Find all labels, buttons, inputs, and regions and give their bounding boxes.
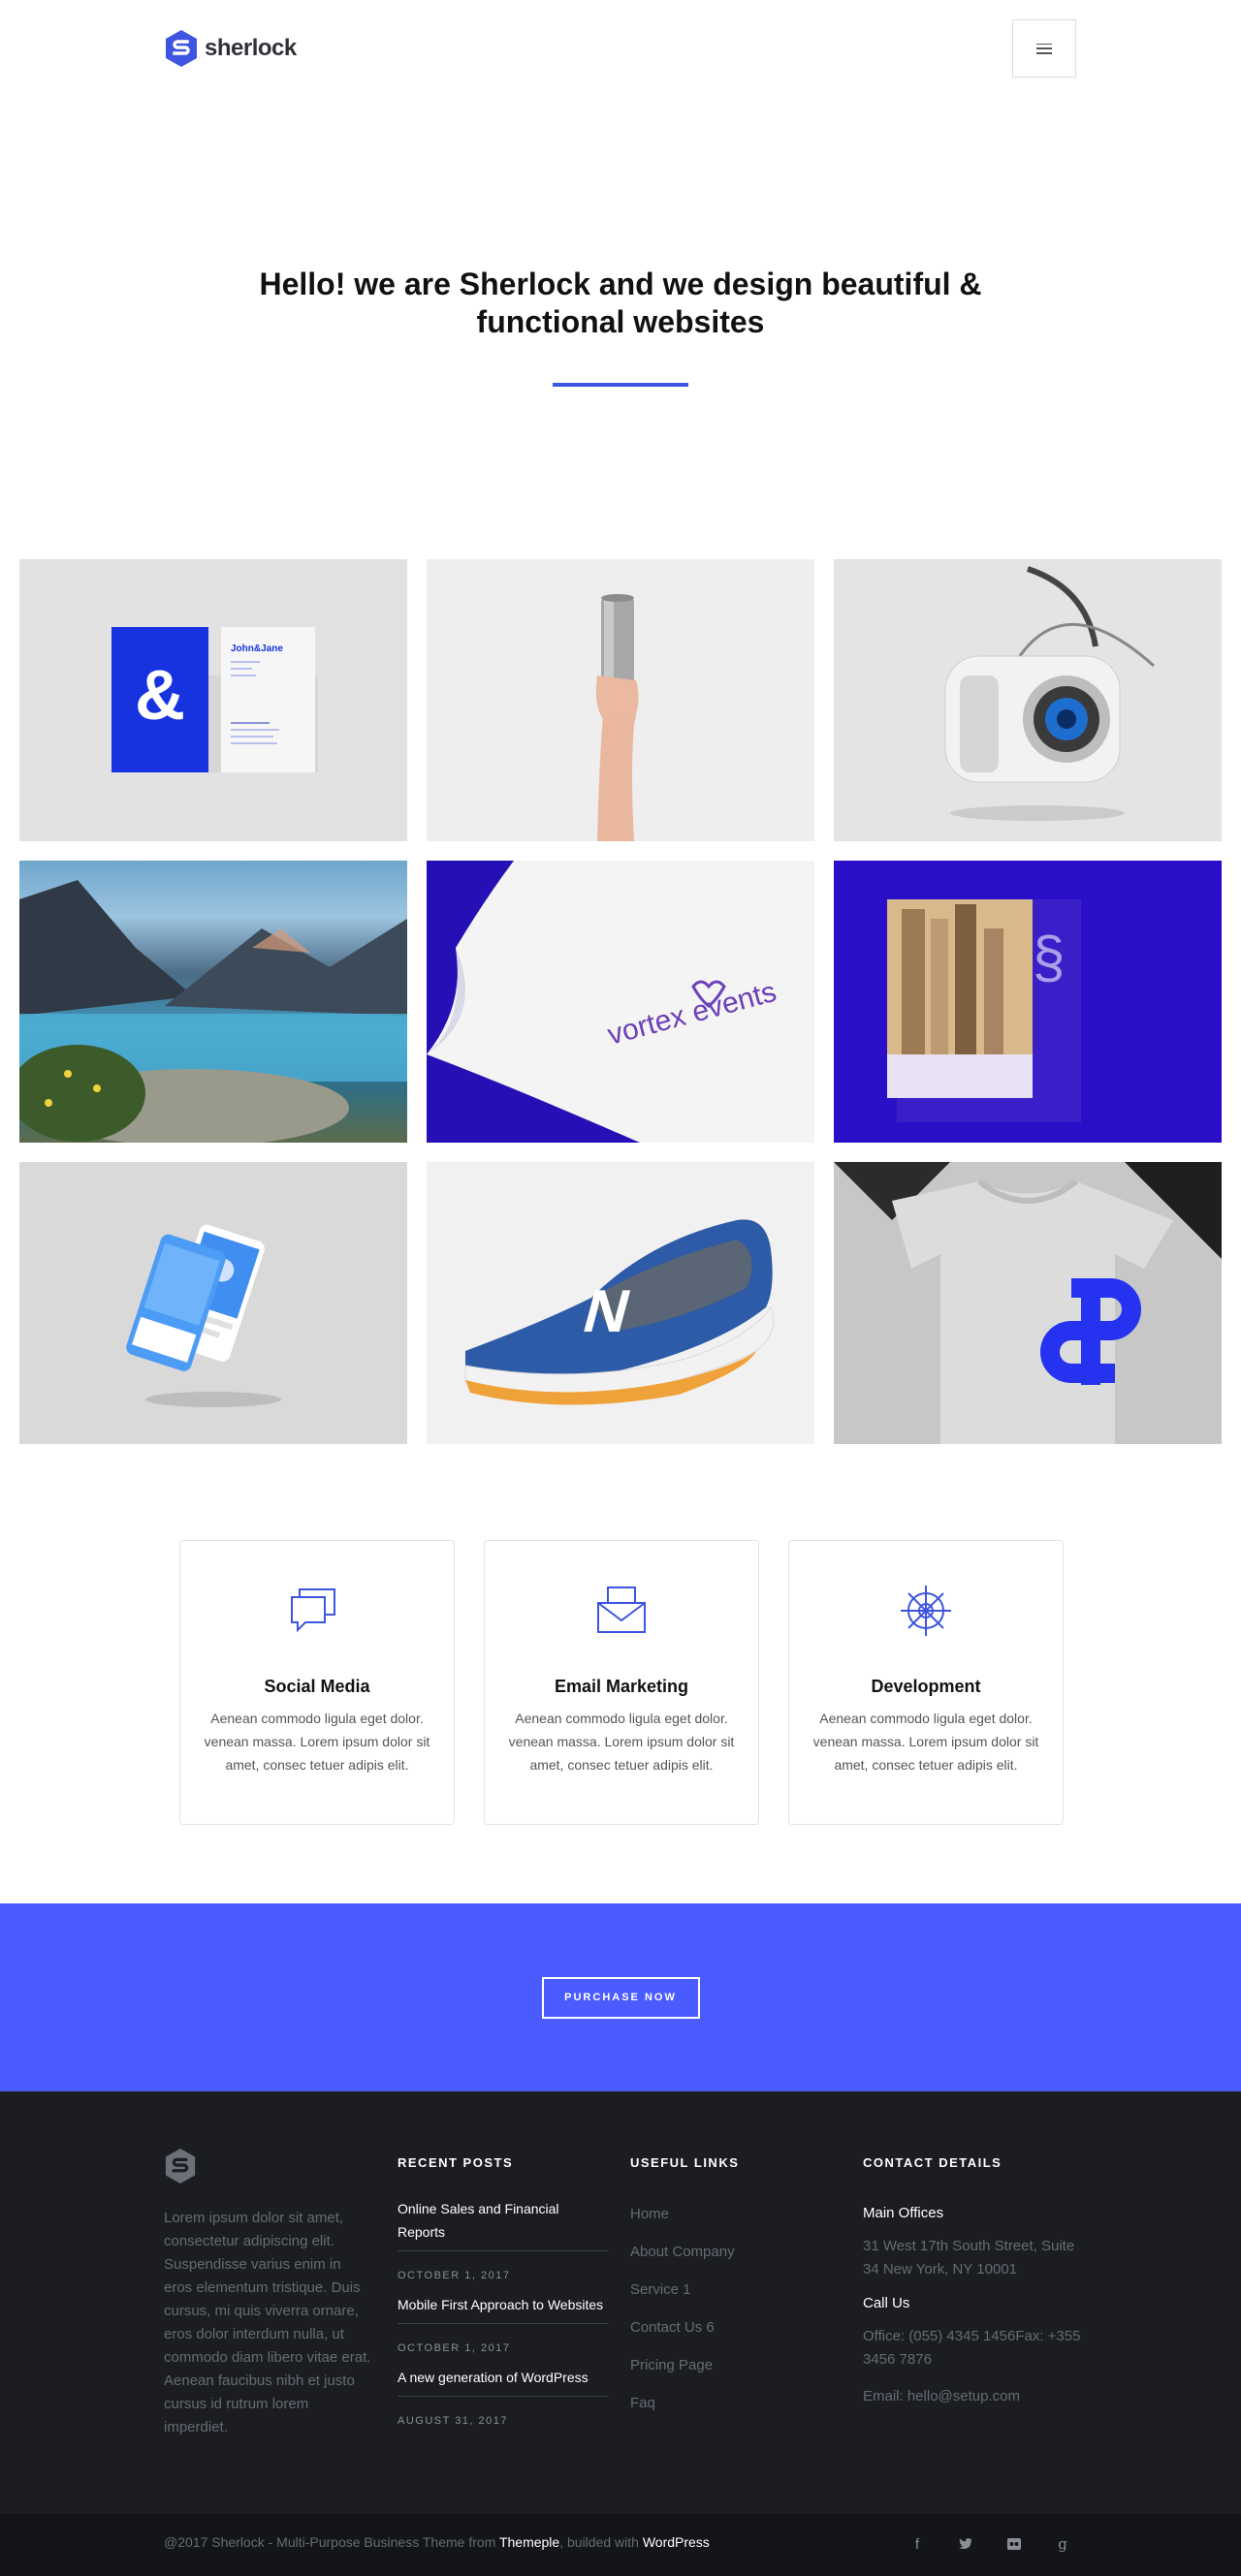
- footer-link-about-company[interactable]: About Company: [630, 2243, 739, 2262]
- service-title: Development: [871, 1677, 981, 1696]
- footer-about: Lorem ipsum dolor sit amet, consectetur …: [164, 2091, 372, 2439]
- city-book-image: §: [887, 899, 1081, 1122]
- recent-post: Mobile First Approach to Websites: [398, 2293, 609, 2324]
- google-plus-icon[interactable]: g: [1038, 2533, 1087, 2555]
- footer-link-faq[interactable]: Faq: [630, 2394, 739, 2413]
- service-card-email-marketing: Email Marketing Aenean commodo ligula eg…: [484, 1540, 759, 1825]
- recent-post: Online Sales and Financial Reports: [398, 2197, 609, 2251]
- contact-email[interactable]: Email: hello@setup.com: [863, 2385, 1081, 2408]
- brand-logo[interactable]: sherlock: [164, 29, 297, 68]
- footer-link-home[interactable]: Home: [630, 2205, 739, 2224]
- flickr-icon[interactable]: [990, 2533, 1038, 2555]
- mountain-lake-image: [19, 880, 407, 1143]
- hero-title: Hello! we are Sherlock and we design bea…: [259, 267, 982, 339]
- service-description: Aenean commodo ligula eget dolor. venean…: [812, 1711, 1039, 1773]
- brand-name: sherlock: [205, 35, 297, 61]
- footer-link-service-1[interactable]: Service 1: [630, 2280, 739, 2300]
- tshirt-image: [834, 1162, 1222, 1444]
- site-header: sherlock: [0, 0, 1241, 97]
- facebook-icon[interactable]: f: [893, 2533, 941, 2555]
- svg-text:&: &: [135, 657, 185, 735]
- office-address: 31 West 17th South Street, Suite 34 New …: [863, 2238, 1075, 2278]
- recent-post-date: OCTOBER 1, 2017: [398, 2342, 511, 2354]
- recent-posts-heading: RECENT POSTS: [398, 2155, 514, 2170]
- recent-post-title[interactable]: Online Sales and Financial Reports: [398, 2197, 609, 2244]
- useful-links-heading: USEFUL LINKS: [630, 2155, 740, 2170]
- social-links: f g: [893, 2533, 1087, 2555]
- portfolio-item-camera[interactable]: [834, 559, 1222, 841]
- service-card-social-media: Social Media Aenean commodo ligula eget …: [179, 1540, 455, 1825]
- themeple-link[interactable]: Themeple: [499, 2534, 559, 2550]
- camera-image: [944, 566, 1156, 821]
- hamburger-icon: [1036, 43, 1052, 54]
- footer-contact-details: CONTACT DETAILS Main Offices 31 West 17t…: [863, 2091, 1081, 2408]
- portfolio-item-sneaker[interactable]: N: [427, 1162, 814, 1444]
- recent-post-date: AUGUST 31, 2017: [398, 2415, 509, 2427]
- copyright-middle: , builded with: [559, 2534, 643, 2550]
- service-title: Email Marketing: [554, 1677, 689, 1696]
- sherlock-logo-icon: [166, 30, 197, 67]
- footer-link-pricing-page[interactable]: Pricing Page: [630, 2356, 739, 2375]
- service-description: Aenean commodo ligula eget dolor. venean…: [508, 1711, 735, 1773]
- menu-button[interactable]: [1012, 19, 1076, 78]
- hand-cup-image: [595, 594, 639, 841]
- service-description: Aenean commodo ligula eget dolor. venean…: [204, 1711, 430, 1773]
- site-footer: Lorem ipsum dolor sit amet, consectetur …: [0, 2091, 1241, 2514]
- footer-link-contact-us-6[interactable]: Contact Us 6: [630, 2318, 739, 2338]
- portfolio-item-mountain-lake[interactable]: [19, 861, 407, 1143]
- portfolio-item-hand-cup[interactable]: [427, 559, 814, 841]
- call-us-label: Call Us: [863, 2295, 910, 2311]
- portfolio-item-mobile-app[interactable]: [19, 1162, 407, 1444]
- twitter-icon[interactable]: [941, 2533, 990, 2555]
- ship-wheel-icon: [901, 1586, 951, 1636]
- recent-post-title[interactable]: Mobile First Approach to Websites: [398, 2293, 609, 2316]
- copyright-prefix: @2017 Sherlock - Multi-Purpose Business …: [164, 2534, 499, 2550]
- phone-numbers: Office: (055) 4345 1456Fax: +355 3456 78…: [863, 2328, 1081, 2368]
- portfolio-item-city-book[interactable]: §: [834, 861, 1222, 1143]
- recent-post-title[interactable]: A new generation of WordPress: [398, 2366, 609, 2389]
- business-cards-image: & John&Jane: [111, 627, 318, 772]
- mobile-app-image: [126, 1224, 281, 1407]
- chat-bubbles-icon: [291, 1588, 335, 1633]
- vortex-events-image: vortex events: [427, 861, 814, 1143]
- envelope-icon: [597, 1586, 646, 1633]
- sneaker-image: N: [464, 1219, 775, 1405]
- purchase-band: PURCHASE NOW: [0, 1903, 1241, 2091]
- footer-recent-posts: RECENT POSTS Online Sales and Financial …: [398, 2091, 609, 2427]
- service-title: Social Media: [264, 1677, 370, 1696]
- footer-useful-links: USEFUL LINKS Home About Company Service …: [630, 2091, 739, 2413]
- hero-section: Hello! we are Sherlock and we design bea…: [0, 97, 1241, 387]
- portfolio-item-vortex-events[interactable]: vortex events: [427, 861, 814, 1143]
- business-card-text: John&Jane: [231, 644, 283, 654]
- footer-bottom-bar: @2017 Sherlock - Multi-Purpose Business …: [0, 2514, 1241, 2576]
- useful-links-list: Home About Company Service 1 Contact Us …: [630, 2205, 739, 2413]
- portfolio-item-business-cards[interactable]: & John&Jane: [19, 559, 407, 841]
- portfolio-grid: & John&Jane vortex events § N: [0, 559, 1241, 1444]
- footer-about-text: Lorem ipsum dolor sit amet, consectetur …: [164, 2210, 371, 2435]
- footer-logo-icon: [165, 2149, 196, 2183]
- copyright-text: @2017 Sherlock - Multi-Purpose Business …: [164, 2534, 710, 2550]
- recent-post: A new generation of WordPress: [398, 2366, 609, 2397]
- main-offices-label: Main Offices: [863, 2205, 944, 2221]
- portfolio-item-tshirt[interactable]: [834, 1162, 1222, 1444]
- contact-details-heading: CONTACT DETAILS: [863, 2155, 1002, 2170]
- purchase-now-button[interactable]: PURCHASE NOW: [541, 1976, 700, 2019]
- hero-divider: [553, 383, 688, 387]
- wordpress-link[interactable]: WordPress: [643, 2534, 710, 2550]
- recent-post-date: OCTOBER 1, 2017: [398, 2270, 511, 2281]
- svg-text:§: §: [1033, 925, 1065, 990]
- service-card-development: Development Aenean commodo ligula eget d…: [788, 1540, 1064, 1825]
- services-section: Social Media Aenean commodo ligula eget …: [0, 1540, 1241, 1825]
